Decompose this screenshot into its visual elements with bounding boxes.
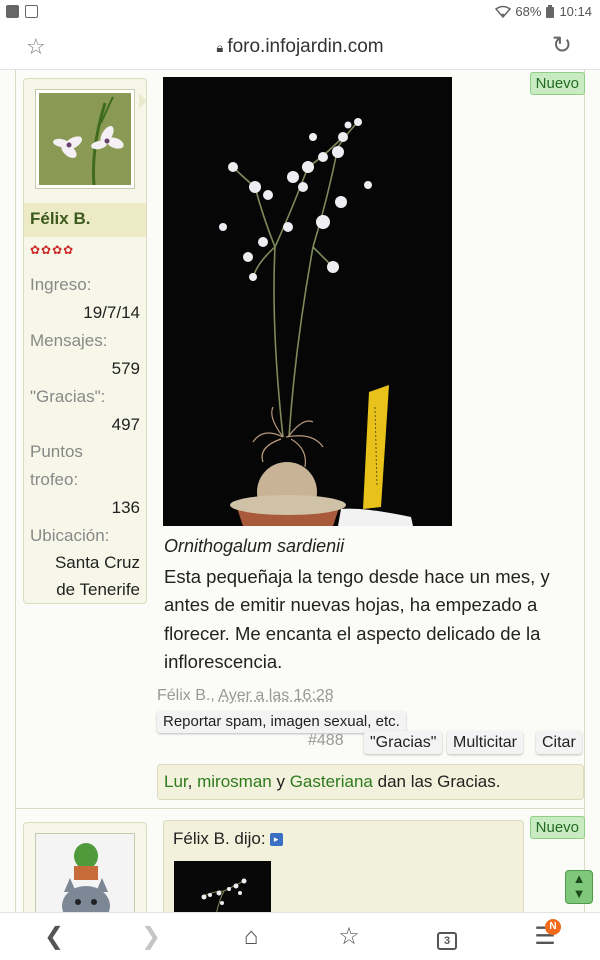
reload-icon[interactable]: ↻	[552, 34, 572, 58]
new-badge: Nuevo	[529, 72, 585, 95]
avatar-flower-art	[39, 93, 131, 185]
browser-bottom-nav: ❮ ❯ ⌂ ☆ 3 ☰	[0, 912, 600, 960]
post-meta: Félix B., Ayer a las 16:28	[157, 687, 334, 705]
messages-label: Mensajes:	[30, 331, 108, 350]
battery-icon	[546, 4, 555, 18]
clock: 10:14	[559, 4, 592, 19]
lock-icon: 🔒︎	[216, 40, 224, 55]
user-info-card-2	[23, 822, 147, 912]
thanks-user-gasteriana[interactable]: Gasteriana	[290, 772, 373, 791]
quote-button[interactable]: Citar	[536, 731, 582, 754]
go-to-quote-icon[interactable]: ▸	[269, 833, 283, 847]
thanks-user-mirosman[interactable]: mirosman	[197, 772, 272, 791]
messages-value: 579	[111, 359, 140, 378]
new-badge-2: Nuevo	[529, 816, 585, 839]
thanks-count-label: "Gracias":	[30, 387, 106, 406]
status-left-icons	[6, 5, 38, 18]
gallery-icon	[25, 5, 38, 18]
location-label: Ubicación:	[30, 526, 110, 545]
url-text: foro.infojardin.com	[227, 36, 384, 57]
post-divider	[15, 808, 585, 809]
quote-box: Félix B. dijo: ▸	[163, 820, 524, 912]
join-value: 19/7/14	[83, 303, 140, 322]
thanks-bar: Lur, mirosman y Gasteriana dan las Graci…	[157, 764, 584, 800]
avatar-image	[39, 93, 131, 185]
thanks-count-value: 497	[111, 415, 140, 434]
post-body: Esta pequeñaja la tengo desde hace un me…	[164, 566, 550, 673]
back-icon[interactable]: ❮	[34, 921, 74, 953]
plant-photo-illustration	[163, 77, 452, 526]
thanks-user-lur[interactable]: Lur	[164, 772, 188, 791]
post-number[interactable]: #488	[308, 732, 344, 750]
frame-left-line	[15, 70, 16, 912]
avatar-cat-cactus-art	[36, 834, 134, 912]
forum-page: Félix B. ✿✿✿✿ Ingreso: 19/7/14 Mensajes:…	[0, 70, 600, 912]
avatar[interactable]	[35, 89, 135, 189]
tabs-count: 3	[437, 932, 457, 950]
notification-badge: N	[545, 919, 561, 935]
location-value-line1: Santa Cruz	[54, 553, 140, 572]
notification-square-icon	[6, 5, 19, 18]
thanks-sep-comma: ,	[187, 772, 193, 791]
thanks-button[interactable]: "Gracias"	[364, 731, 443, 754]
points-label-line2: trofeo:	[30, 470, 79, 489]
points-value: 136	[111, 498, 140, 517]
points-label-line1: Puntos	[30, 442, 83, 461]
username-bar: Félix B.	[24, 203, 146, 237]
tabs-icon[interactable]: 3	[427, 921, 467, 953]
multiquote-button[interactable]: Multicitar	[447, 731, 524, 754]
join-label: Ingreso:	[30, 275, 92, 294]
post-image[interactable]	[163, 77, 452, 526]
quote-image[interactable]	[174, 861, 271, 912]
quote-header: Félix B. dijo: ▸	[173, 829, 283, 849]
avatar-2[interactable]	[35, 833, 135, 912]
rank-flowers-icon: ✿✿✿✿	[30, 243, 75, 257]
battery-percent: 68%	[515, 4, 542, 19]
status-right: 68% 10:14	[495, 4, 592, 19]
quote-author[interactable]: Félix B. dijo:	[173, 829, 266, 848]
home-icon[interactable]: ⌂	[231, 921, 271, 953]
user-info-card: Félix B. ✿✿✿✿ Ingreso: 19/7/14 Mensajes:…	[23, 78, 147, 604]
wifi-icon	[495, 5, 512, 18]
report-button[interactable]: Reportar spam, imagen sexual, etc.	[157, 711, 406, 733]
scroll-up-down-icon[interactable]: ▲ ▼	[565, 870, 593, 904]
status-bar: 68% 10:14	[0, 0, 600, 24]
quote-photo-illustration	[174, 861, 271, 912]
bookmarks-icon[interactable]: ☆	[329, 921, 369, 953]
frame-right-line	[584, 70, 585, 912]
browser-toolbar: ☆ 🔒︎ foro.infojardin.com ↻	[0, 24, 600, 70]
post-caption: Ornithogalum sardienii	[164, 536, 345, 556]
thanks-suffix: dan las Gracias.	[377, 772, 501, 791]
location-value-line2: de Tenerife	[56, 580, 140, 599]
post-author[interactable]: Félix B.,	[157, 687, 215, 704]
thanks-sep-and: y	[276, 772, 285, 791]
address-bar[interactable]: 🔒︎ foro.infojardin.com	[0, 36, 600, 58]
username[interactable]: Félix B.	[30, 209, 90, 229]
forward-icon[interactable]: ❯	[131, 921, 171, 953]
post-time[interactable]: Ayer a las 16:28	[218, 687, 333, 704]
